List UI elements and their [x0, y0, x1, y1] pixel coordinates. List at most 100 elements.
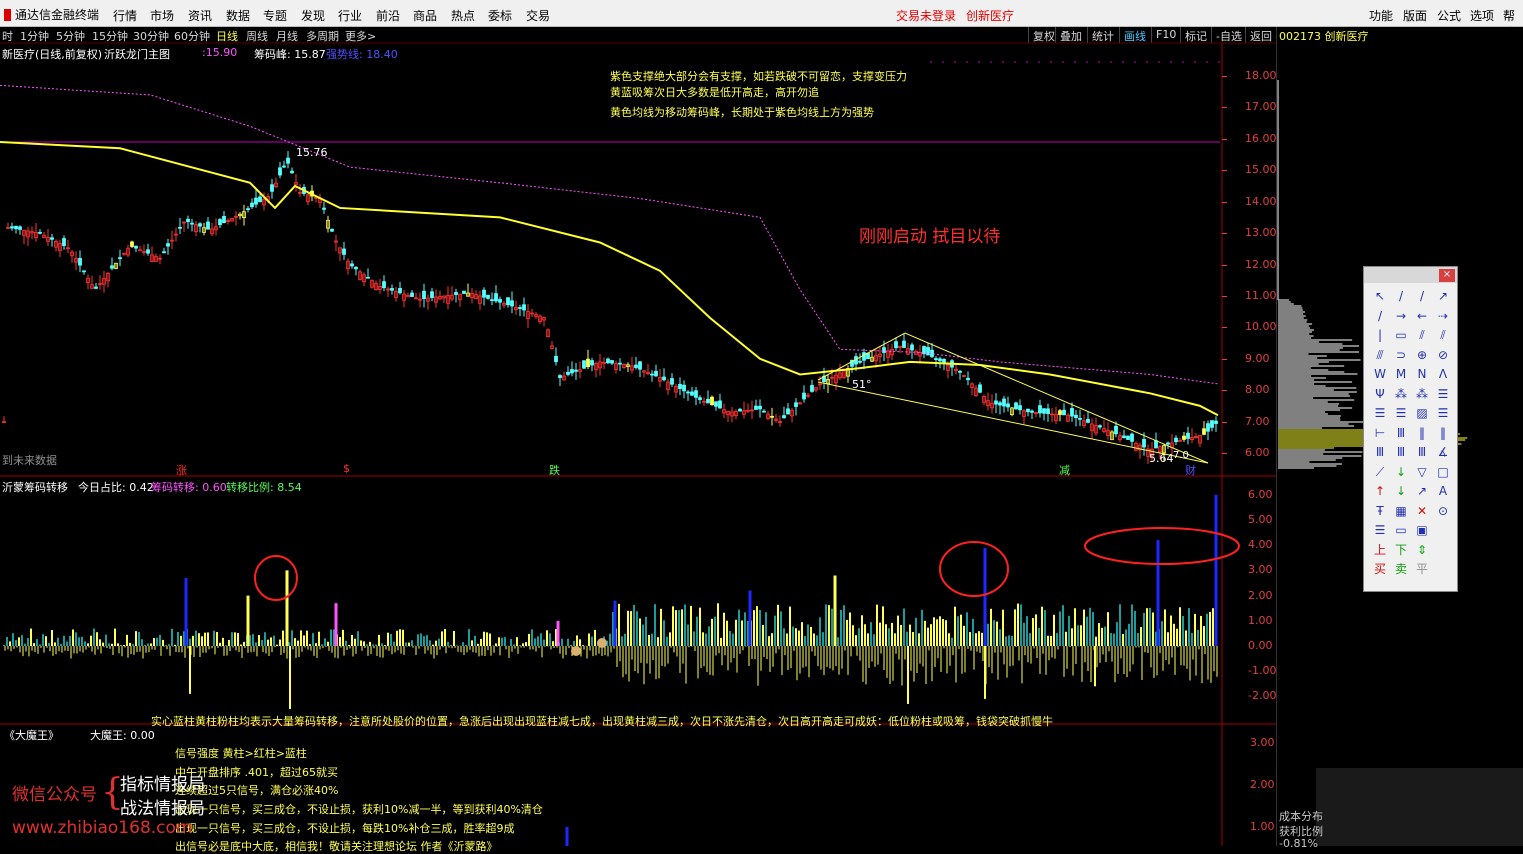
drawing-tool-icon[interactable]: ⊘: [1433, 346, 1453, 365]
event-marker[interactable]: 跌: [549, 462, 560, 478]
drawing-tool-icon[interactable]: ⊙: [1433, 502, 1453, 521]
drawing-tool-icon[interactable]: □: [1433, 463, 1453, 482]
drawing-tool-icon[interactable]: ▣: [1412, 521, 1432, 540]
candle-body: [522, 304, 526, 311]
drawing-tool-icon[interactable]: Ψ: [1370, 385, 1390, 404]
drawing-tool-icon[interactable]: ▽: [1412, 463, 1432, 482]
candle-body: [330, 228, 334, 232]
drawing-tool-icon[interactable]: ⫻: [1370, 346, 1390, 365]
indicator-value: :15.90: [202, 46, 238, 59]
drawing-tool-icon[interactable]: ⁂: [1412, 385, 1432, 404]
drawing-tool-icon[interactable]: ☰: [1433, 385, 1453, 404]
drawing-tool-icon[interactable]: M: [1391, 365, 1411, 384]
candle-body: [710, 396, 714, 406]
drawing-tool-icon[interactable]: ‖: [1433, 424, 1453, 443]
drawing-tool-icon[interactable]: ⇢: [1433, 307, 1453, 326]
event-marker[interactable]: 减: [1059, 462, 1070, 478]
drawing-tool-icon[interactable]: Ⅲ: [1391, 443, 1411, 462]
event-marker[interactable]: $: [343, 462, 350, 475]
drawing-tool-icon[interactable]: [1433, 560, 1453, 579]
drawing-tool-icon[interactable]: Ⅲ: [1391, 424, 1411, 443]
close-icon[interactable]: ×: [1439, 269, 1455, 282]
candle-body: [510, 300, 514, 307]
drawing-tool-icon[interactable]: ↗: [1433, 287, 1453, 306]
sub-indicator-name[interactable]: 沂蒙筹码转移: [2, 479, 68, 495]
candle-body: [1122, 435, 1126, 439]
drawing-tool-icon[interactable]: ▨: [1412, 404, 1432, 423]
candle-body: [998, 402, 1002, 406]
tool-panel-titlebar[interactable]: ×: [1364, 267, 1457, 283]
candle-body: [802, 392, 806, 400]
drawing-tool-icon[interactable]: A: [1433, 482, 1453, 501]
drawing-tool-icon[interactable]: Λ: [1433, 365, 1453, 384]
drawing-tool-icon[interactable]: ⊕: [1412, 346, 1432, 365]
candle-body: [410, 292, 414, 297]
drawing-tool-icon[interactable]: ↗: [1412, 482, 1432, 501]
drawing-tool-icon[interactable]: [1433, 521, 1453, 540]
watermark-line2: 战法情报局: [120, 799, 205, 819]
drawing-tool-icon[interactable]: ☰: [1433, 404, 1453, 423]
drawing-tool-icon[interactable]: ▭: [1391, 521, 1411, 540]
candle-body: [1166, 442, 1170, 445]
candle-body: [862, 352, 866, 361]
candle-body: [1202, 428, 1206, 435]
drawing-tool-icon[interactable]: N: [1412, 365, 1432, 384]
drawing-tool-icon[interactable]: [1433, 541, 1453, 560]
candle-body: [634, 364, 638, 368]
drawing-tool-icon[interactable]: ⫽: [1433, 326, 1453, 345]
y-tick-label: 8.00: [1245, 383, 1270, 397]
drawing-tool-icon[interactable]: ▭: [1391, 326, 1411, 345]
drawing-tool-icon[interactable]: ⊃: [1391, 346, 1411, 365]
event-marker[interactable]: 财: [1185, 462, 1196, 478]
drawing-tool-icon[interactable]: ‖: [1412, 424, 1432, 443]
chart-note-3: 黄色均线为移动筹码峰，长期处于紫色均线上方为强势: [610, 106, 874, 119]
candle-body: [558, 375, 562, 379]
drawing-tool-icon[interactable]: ⟋: [1370, 463, 1390, 482]
drawing-tool-icon[interactable]: 上: [1370, 541, 1390, 560]
drawing-tool-icon[interactable]: ∡: [1433, 443, 1453, 462]
drawing-tool-icon[interactable]: ⫽: [1412, 326, 1432, 345]
drawing-tool-icon[interactable]: ←: [1412, 307, 1432, 326]
drawing-tool-icon[interactable]: ▦: [1391, 502, 1411, 521]
drawing-tool-icon[interactable]: Ŧ: [1370, 502, 1390, 521]
drawing-tool-icon[interactable]: ☰: [1370, 521, 1390, 540]
drawing-tool-icon[interactable]: ⇕: [1412, 541, 1432, 560]
drawing-tool-icon[interactable]: ↓: [1391, 463, 1411, 482]
main-chart-title: 新医疗(日线,前复权): [2, 48, 103, 61]
drawing-tool-icon[interactable]: /: [1412, 287, 1432, 306]
bottom-indicator-name[interactable]: 《大魔王》: [4, 727, 59, 743]
drawing-tool-icon[interactable]: ⊢: [1370, 424, 1390, 443]
drawing-tool-icon[interactable]: ☰: [1391, 404, 1411, 423]
drawing-tool-icon[interactable]: /: [1391, 287, 1411, 306]
candle-body: [754, 405, 758, 410]
drawing-tool-icon[interactable]: ✕: [1412, 502, 1432, 521]
event-marker[interactable]: 涨: [176, 462, 187, 478]
drawing-tool-icon[interactable]: →: [1391, 307, 1411, 326]
candle-body: [738, 408, 742, 412]
drawing-tool-icon[interactable]: ☰: [1370, 404, 1390, 423]
drawing-tool-icon[interactable]: Ⅲ: [1370, 443, 1390, 462]
drawing-tool-icon[interactable]: 下: [1391, 541, 1411, 560]
candle-body: [62, 238, 66, 247]
drawing-tool-icon[interactable]: /: [1370, 307, 1390, 326]
drawing-tool-icon[interactable]: |: [1370, 326, 1390, 345]
indicator-name[interactable]: 沂跃龙门主图: [104, 46, 170, 62]
drawing-tool-icon[interactable]: ↑: [1370, 482, 1390, 501]
drawing-tool-icon[interactable]: 卖: [1391, 560, 1411, 579]
candle-body: [718, 400, 722, 409]
drawing-tool-panel[interactable]: × ↖ / / ↗ / → ← ⇢ | ▭ ⫽ ⫽ ⫻ ⊃ ⊕ ⊘ W M N Λ Ψ ⁂ ⁂ ☰ ☰ ☰ ▨ ☰ ⊢ Ⅲ ‖ ‖ Ⅲ Ⅲ Ⅲ ∡ ⟋ ↓…: [1363, 266, 1458, 592]
drawing-tool-icon[interactable]: ⁂: [1391, 385, 1411, 404]
drawing-tool-icon[interactable]: Ⅲ: [1412, 443, 1432, 462]
candle-body: [518, 307, 522, 309]
candle-body: [582, 360, 586, 369]
candle-body: [454, 292, 458, 295]
candle-body: [258, 196, 262, 203]
drawing-tool-icon[interactable]: ↓: [1391, 482, 1411, 501]
candle-body: [1210, 420, 1214, 428]
drawing-tool-icon[interactable]: ↖: [1370, 287, 1390, 306]
candle-body: [1086, 418, 1090, 423]
drawing-tool-icon[interactable]: 平: [1412, 560, 1432, 579]
candle-body: [422, 290, 426, 299]
drawing-tool-icon[interactable]: W: [1370, 365, 1390, 384]
drawing-tool-icon[interactable]: 买: [1370, 560, 1390, 579]
